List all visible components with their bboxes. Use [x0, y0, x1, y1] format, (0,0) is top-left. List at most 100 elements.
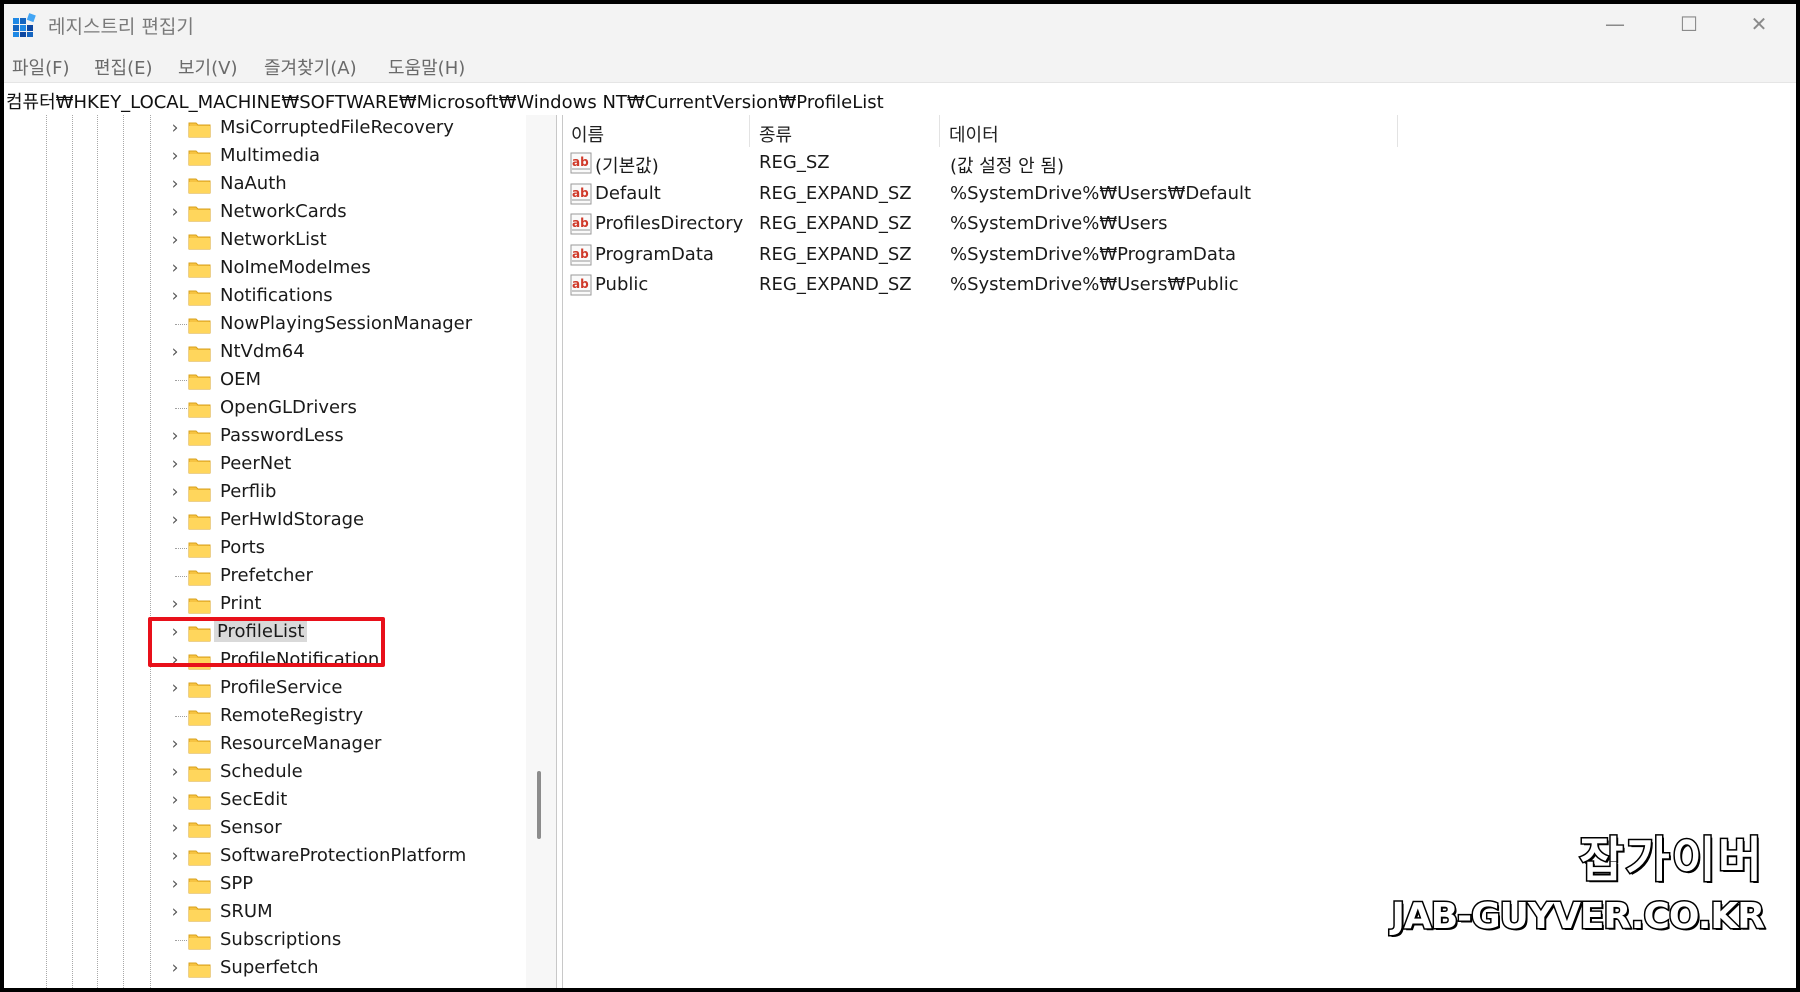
tree-item[interactable]: › Perflib	[4, 479, 556, 507]
chevron-right-icon[interactable]: ›	[168, 790, 182, 810]
menu-favorites[interactable]: 즐겨찾기(A)	[264, 54, 357, 80]
chevron-right-icon[interactable]: ›	[168, 734, 182, 754]
tree-scrollbar[interactable]	[526, 115, 556, 988]
tree-item[interactable]: › MsiCorruptedFileRecovery	[4, 115, 556, 143]
close-button[interactable]: ✕	[1722, 4, 1796, 44]
tree-item[interactable]: › Schedule	[4, 759, 556, 787]
column-header-name[interactable]: 이름	[563, 115, 750, 147]
column-header-data[interactable]: 데이터	[941, 115, 1398, 147]
chevron-right-icon[interactable]: ›	[168, 846, 182, 866]
chevron-right-icon[interactable]: ›	[168, 482, 182, 502]
value-row[interactable]: ab ProfilesDirectory REG_EXPAND_SZ %SystemD…	[563, 209, 1796, 239]
title-bar[interactable]: 레지스트리 편집기 — ☐ ✕	[4, 4, 1796, 44]
value-row[interactable]: ab Public REG_EXPAND_SZ %SystemDrive%₩Users…	[563, 270, 1796, 300]
tree-item-label: NaAuth	[220, 173, 287, 194]
folder-icon	[188, 794, 211, 810]
tree-item[interactable]: Subscriptions	[4, 927, 556, 955]
folder-icon	[188, 122, 211, 138]
tree-item[interactable]: RemoteRegistry	[4, 703, 556, 731]
tree-item-label: SecEdit	[220, 789, 288, 810]
chevron-right-icon[interactable]: ›	[168, 230, 182, 250]
folder-icon	[188, 962, 211, 978]
string-value-icon: ab	[570, 244, 592, 266]
registry-editor-icon	[13, 13, 36, 37]
tree-item[interactable]: › NetworkList	[4, 227, 556, 255]
tree-item-label: NetworkCards	[220, 201, 347, 222]
chevron-right-icon[interactable]: ›	[168, 174, 182, 194]
chevron-right-icon[interactable]: ›	[168, 678, 182, 698]
address-bar[interactable]: 컴퓨터₩HKEY_LOCAL_MACHINE₩SOFTWARE₩Microsof…	[4, 82, 1796, 116]
value-data: (값 설정 안 됨)	[950, 156, 1065, 177]
profilelist-highlight-box	[148, 617, 385, 667]
column-header-type[interactable]: 종류	[751, 115, 940, 147]
tree-item[interactable]: › Superfetch	[4, 955, 556, 983]
chevron-right-icon[interactable]: ›	[168, 902, 182, 922]
value-row[interactable]: ab Default REG_EXPAND_SZ %SystemDrive%₩User…	[563, 179, 1796, 209]
tree-item[interactable]: › Sensor	[4, 815, 556, 843]
tree-item[interactable]: › ProfileService	[4, 675, 556, 703]
chevron-right-icon[interactable]: ›	[168, 342, 182, 362]
value-row[interactable]: ab ProgramData REG_EXPAND_SZ %SystemDrive%₩…	[563, 240, 1796, 270]
tree-item[interactable]: › PerHwIdStorage	[4, 507, 556, 535]
chevron-right-icon[interactable]: ›	[168, 286, 182, 306]
tree-item[interactable]: › NoImeModeImes	[4, 255, 556, 283]
maximize-button[interactable]: ☐	[1652, 4, 1726, 44]
string-value-icon: ab	[570, 152, 592, 174]
folder-icon	[188, 402, 211, 418]
tree-scrollbar-thumb[interactable]	[537, 771, 541, 839]
tree-item[interactable]: OpenGLDrivers	[4, 395, 556, 423]
chevron-right-icon[interactable]: ›	[168, 874, 182, 894]
chevron-right-icon[interactable]: ›	[168, 454, 182, 474]
menu-view[interactable]: 보기(V)	[178, 54, 237, 80]
tree-item[interactable]: › SecEdit	[4, 787, 556, 815]
pane-splitter[interactable]	[556, 115, 563, 988]
tree-item[interactable]: › Notifications	[4, 283, 556, 311]
tree-item-label: Print	[220, 593, 262, 614]
tree-item-label: Sensor	[220, 817, 282, 838]
tree-item[interactable]: NowPlayingSessionManager	[4, 311, 556, 339]
tree-item[interactable]: › SRUM	[4, 899, 556, 927]
tree-item[interactable]: › Multimedia	[4, 143, 556, 171]
folder-icon	[188, 234, 211, 250]
tree-item[interactable]: › NtVdm64	[4, 339, 556, 367]
tree-item[interactable]: › ResourceManager	[4, 731, 556, 759]
tree-item[interactable]: OEM	[4, 367, 556, 395]
folder-icon	[188, 178, 211, 194]
string-value-icon: ab	[570, 213, 592, 235]
key-tree-pane[interactable]: › MsiCorruptedFileRecovery › Multimedia › NaA…	[4, 115, 556, 988]
value-type: REG_EXPAND_SZ	[759, 182, 912, 204]
tree-item[interactable]: › SPP	[4, 871, 556, 899]
tree-item-label: SPP	[220, 873, 254, 894]
tree-item[interactable]: › SoftwareProtectionPlatform	[4, 843, 556, 871]
menu-file[interactable]: 파일(F)	[12, 54, 70, 80]
menu-help[interactable]: 도움말(H)	[388, 54, 465, 80]
folder-icon	[188, 542, 211, 558]
chevron-right-icon[interactable]: ›	[168, 202, 182, 222]
chevron-right-icon[interactable]: ›	[168, 762, 182, 782]
chevron-right-icon[interactable]: ›	[168, 118, 182, 138]
tree-item[interactable]: › NaAuth	[4, 171, 556, 199]
chevron-right-icon[interactable]: ›	[168, 818, 182, 838]
chevron-right-icon[interactable]: ›	[168, 594, 182, 614]
chevron-right-icon[interactable]: ›	[168, 146, 182, 166]
tree-item-label: PasswordLess	[220, 425, 344, 446]
tree-item[interactable]: › PasswordLess	[4, 423, 556, 451]
chevron-right-icon[interactable]: ›	[168, 258, 182, 278]
tree-item[interactable]: Ports	[4, 535, 556, 563]
tree-item[interactable]: › Print	[4, 591, 556, 619]
tree-item[interactable]: › NetworkCards	[4, 199, 556, 227]
tree-item[interactable]: › PeerNet	[4, 451, 556, 479]
menu-bar: 파일(F) 편집(E) 보기(V) 즐겨찾기(A) 도움말(H)	[4, 44, 1796, 82]
minimize-button[interactable]: —	[1578, 4, 1652, 44]
chevron-right-icon[interactable]: ›	[168, 426, 182, 446]
folder-icon	[188, 766, 211, 782]
menu-edit[interactable]: 편집(E)	[94, 54, 153, 80]
svg-text:ab: ab	[572, 247, 589, 261]
tree-item-label: PeerNet	[220, 453, 292, 474]
address-path[interactable]: 컴퓨터₩HKEY_LOCAL_MACHINE₩SOFTWARE₩Microsof…	[6, 88, 884, 114]
value-row[interactable]: ab (기본값) REG_SZ (값 설정 안 됨)	[563, 148, 1796, 178]
chevron-right-icon[interactable]: ›	[168, 958, 182, 978]
tree-item[interactable]: Prefetcher	[4, 563, 556, 591]
chevron-right-icon[interactable]: ›	[168, 510, 182, 530]
watermark-url: JAB-GUYVER.CO.KR	[1390, 895, 1767, 939]
